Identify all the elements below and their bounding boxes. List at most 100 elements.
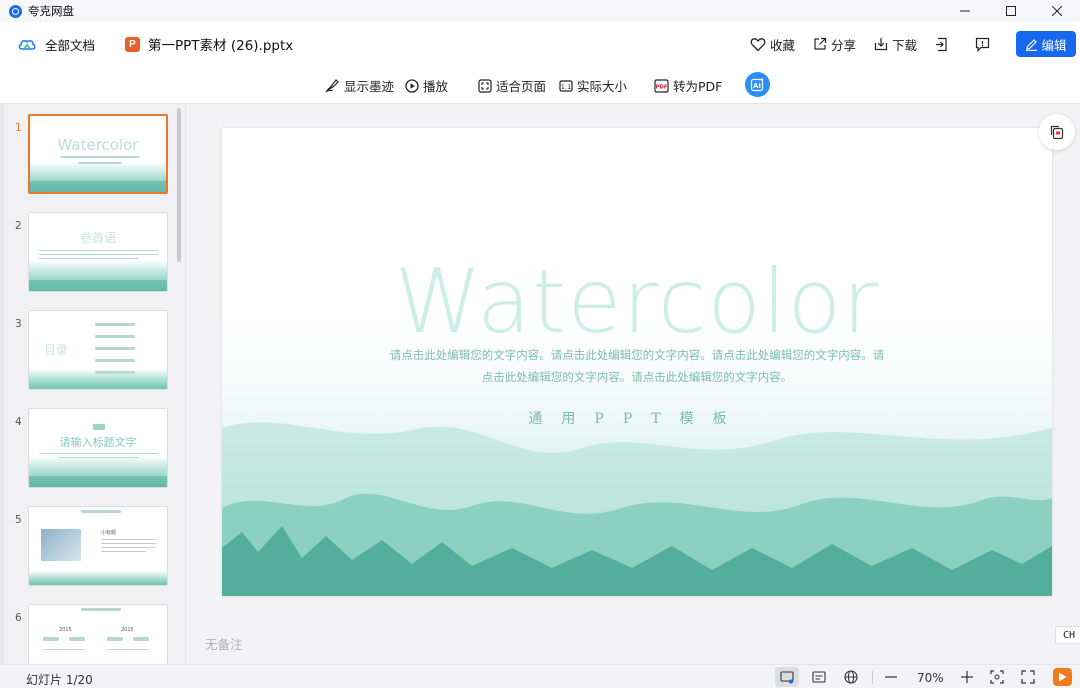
slide-thumbnail[interactable]: 6 2015 2015	[4, 602, 185, 664]
watercolor-wash	[29, 280, 167, 291]
thumbnail-text-line	[39, 453, 159, 454]
download-button[interactable]: 下载	[874, 35, 917, 54]
ime-indicator[interactable]: CH	[1055, 626, 1080, 644]
feedback-button[interactable]	[975, 37, 994, 52]
thumbnail-text-line	[101, 543, 156, 544]
zoom-out-button[interactable]	[882, 669, 900, 685]
thumbnail-toc-item	[95, 323, 135, 326]
thumbnail-header-bar	[81, 608, 121, 611]
download-label: 下载	[891, 37, 917, 53]
header-actions: 收藏 分享 下载 编辑	[750, 22, 1076, 66]
floating-tool-button[interactable]	[1039, 114, 1075, 150]
slide-thumbnails-panel[interactable]: 1 Watercolor 2 卷首语 3 目录 4 请输入标题文字 5 小标题 …	[4, 104, 186, 664]
thumbnail-text-line	[60, 156, 140, 158]
all-documents-link[interactable]: 全部文档	[18, 35, 95, 54]
document-header: 全部文档 P 第一PPT素材 (26).pptx 收藏 分享 下载 编辑	[0, 22, 1080, 66]
slide-thumbnail[interactable]: 2 卷首语	[4, 210, 185, 300]
watercolor-wash	[29, 570, 167, 585]
thumbnail-text-line	[39, 250, 159, 251]
zoom-in-button[interactable]	[958, 669, 976, 685]
slideshow-play-button[interactable]	[1053, 668, 1072, 686]
thumbnail-header-bar	[81, 510, 121, 513]
thumbnail-text-line	[101, 551, 146, 552]
fullscreen-icon	[1021, 670, 1035, 684]
slide-number: 1	[15, 122, 22, 134]
actual-size-icon: 1:1	[559, 79, 573, 92]
slide-number: 3	[15, 318, 22, 330]
favorite-button[interactable]: 收藏	[750, 35, 795, 54]
thumbnail-text-line	[107, 649, 149, 650]
file-name: 第一PPT素材 (26).pptx	[148, 38, 294, 54]
slide-number: 4	[15, 416, 22, 428]
viewer-toolbar: 显示墨迹 播放 适合页面 1:1 实际大小 PDF 转为PDF AI	[0, 66, 1080, 104]
slide-thumbnail[interactable]: 5 小标题	[4, 504, 185, 594]
fit-page-label: 适合页面	[496, 79, 547, 94]
watercolor-wash	[29, 476, 167, 487]
thumbnail-title: 小标题	[101, 530, 117, 536]
slide-counter: 幻灯片 1/20	[26, 673, 93, 687]
slide-thumbnail[interactable]: 4 请输入标题文字	[4, 406, 185, 496]
slide-thumbnail[interactable]: 1 Watercolor	[4, 112, 185, 202]
thumbnail-preview: 卷首语	[28, 212, 168, 292]
thumbnail-preview: 小标题	[28, 506, 168, 586]
thumbnails-scrollbar[interactable]	[177, 108, 181, 262]
edit-button[interactable]: 编辑	[1016, 31, 1076, 57]
watercolor-wash	[29, 368, 167, 389]
file-name-chip: P 第一PPT素材 (26).pptx	[125, 34, 293, 54]
open-in-app-button[interactable]	[935, 37, 953, 52]
slide-body-line: 请点击此处编辑您的文字内容。请点击此处编辑您的文字内容。请点击此处编辑您的文字内…	[389, 348, 885, 362]
pdf-icon: PDF	[654, 78, 669, 93]
ai-icon: AI	[750, 77, 764, 92]
maximize-button[interactable]	[988, 0, 1034, 22]
close-button[interactable]	[1034, 0, 1080, 22]
thumbnail-toc-item	[95, 347, 135, 350]
svg-text:1:1: 1:1	[561, 83, 571, 91]
thumbnail-text-line	[43, 649, 85, 650]
thumbnail-preview: Watercolor	[28, 114, 168, 194]
svg-text:PDF: PDF	[656, 84, 668, 90]
minimize-button[interactable]	[942, 0, 988, 22]
play-icon	[1059, 672, 1067, 682]
normal-view-button[interactable]	[775, 667, 799, 687]
current-slide[interactable]: Watercolor 请点击此处编辑您的文字内容。请点击此处编辑您的文字内容。请…	[222, 128, 1052, 596]
window-controls	[942, 0, 1080, 22]
status-divider	[872, 671, 873, 684]
maximize-icon	[1006, 6, 1016, 16]
plus-icon	[961, 671, 973, 683]
ppt-file-icon: P	[125, 36, 141, 52]
web-view-button[interactable]	[842, 669, 860, 685]
copy-icon	[1050, 125, 1064, 140]
slide-thumbnail[interactable]: 3 目录	[4, 308, 185, 398]
minus-icon	[885, 676, 897, 678]
actual-size-button[interactable]: 1:1 实际大小	[559, 76, 627, 95]
fit-page-button[interactable]: 适合页面	[478, 76, 546, 95]
thumbnail-preview: 请输入标题文字	[28, 408, 168, 488]
quark-logo-icon	[9, 4, 22, 18]
slide-number: 5	[15, 514, 22, 526]
show-ink-button[interactable]: 显示墨迹	[325, 76, 394, 95]
status-bar: 幻灯片 1/20 70%	[0, 664, 1080, 688]
play-circle-icon	[405, 78, 419, 93]
convert-pdf-button[interactable]: PDF 转为PDF	[654, 76, 722, 95]
ai-assistant-button[interactable]: AI	[745, 72, 770, 97]
speaker-notes[interactable]: 无备注	[205, 634, 243, 653]
slide-view-icon	[780, 670, 794, 683]
slide-subtitle: 通用PPT模板	[528, 411, 746, 427]
slide-stage: Watercolor 请点击此处编辑您的文字内容。请点击此处编辑您的文字内容。请…	[187, 104, 1080, 664]
slide-body-line: 点击此处编辑您的文字内容。请点击此处编辑您的文字内容。	[481, 370, 793, 384]
edit-label: 编辑	[1041, 37, 1067, 53]
play-button[interactable]: 播放	[405, 76, 448, 95]
thumbnail-toc-item	[95, 359, 135, 362]
thumbnail-text-line	[39, 254, 159, 255]
globe-icon	[844, 670, 858, 684]
share-icon	[814, 37, 827, 50]
thumbnail-year: 2015	[59, 627, 72, 633]
share-button[interactable]: 分享	[813, 35, 856, 54]
fullscreen-button[interactable]	[1019, 669, 1037, 685]
notes-view-button[interactable]	[810, 669, 828, 685]
all-documents-label: 全部文档	[45, 37, 96, 53]
ai-label: AI	[753, 82, 761, 90]
share-label: 分享	[830, 37, 856, 53]
fit-window-button[interactable]	[988, 669, 1006, 685]
cloud-icon	[18, 37, 36, 51]
